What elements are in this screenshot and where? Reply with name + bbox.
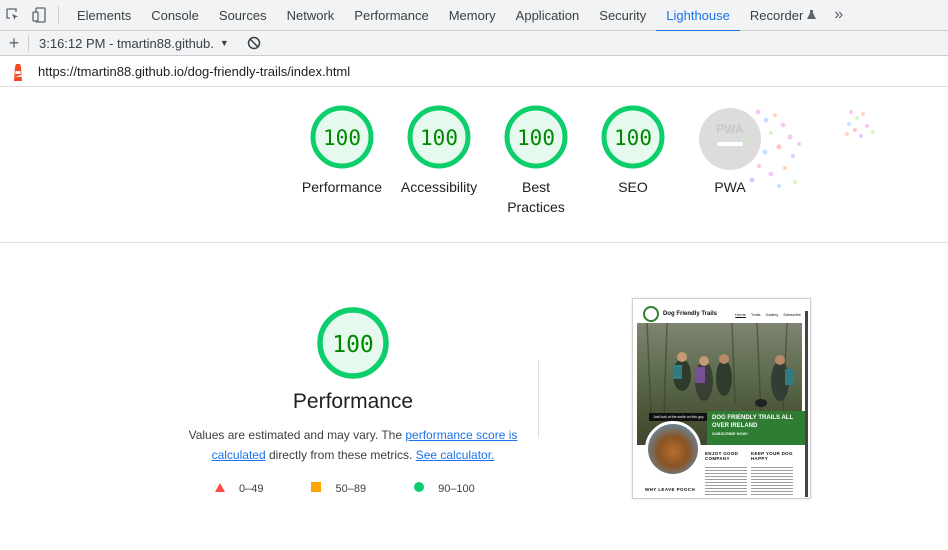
performance-gauge-large: 100: [315, 305, 391, 386]
thumb-link: Gallery: [765, 311, 779, 317]
banner-subtitle: SUBSCRIBE NOW!: [712, 431, 748, 436]
vertical-divider: [538, 360, 539, 438]
more-tabs-icon[interactable]: »: [834, 6, 843, 24]
performance-title: Performance: [292, 390, 414, 413]
thumbnail-brand: Dog Friendly Trails: [663, 311, 718, 317]
thumb-link: Home: [735, 311, 746, 317]
tab-elements[interactable]: Elements: [67, 0, 141, 31]
confetti-decoration: [745, 109, 875, 188]
average-square-icon: [311, 482, 322, 495]
device-toolbar-icon[interactable]: [26, 0, 52, 31]
tab-network[interactable]: Network: [277, 0, 345, 31]
score-ring: 100: [601, 105, 665, 169]
legend-range: 0–49: [239, 482, 264, 495]
thumbnail-caption: Just look at the smile on this guy: [649, 413, 708, 421]
thumbnail-body-text: [751, 467, 793, 495]
gauge-label: Accessibility: [400, 179, 478, 195]
score-ring: 100: [407, 105, 471, 169]
thumbnail-col-heading: KEEP YOUR DOG HAPPY: [751, 451, 793, 461]
score-ring: 100: [317, 307, 389, 379]
gauge-score: 100: [517, 126, 555, 150]
score-ring: 100: [310, 105, 374, 169]
report-selector[interactable]: 3:16:12 PM - tmartin88.github. ▼: [39, 36, 229, 51]
gauge-label: Performance: [301, 179, 383, 195]
gauge-performance[interactable]: 100 Performance: [292, 104, 392, 197]
dog-photo: [645, 421, 701, 477]
tab-console[interactable]: Console: [141, 0, 209, 31]
thumbnail-links: Home Trails Gallery Subscribe: [735, 312, 801, 317]
toolbar-divider: [58, 6, 59, 24]
gauge-score: 100: [323, 126, 361, 150]
gauge-label: Best Practices: [507, 179, 565, 215]
final-screenshot-thumbnail[interactable]: Dog Friendly Trails Home Trails Gallery …: [632, 298, 811, 499]
report-url: https://tmartin88.github.io/dog-friendly…: [38, 64, 351, 79]
legend-average: 50–89: [311, 482, 366, 495]
banner-title: DOG FRIENDLY TRAILS ALL OVER IRELAND: [712, 415, 794, 429]
fail-triangle-icon: [215, 482, 225, 495]
tab-lighthouse[interactable]: Lighthouse: [656, 0, 740, 32]
site-logo-icon: [643, 306, 659, 322]
see-calculator-link[interactable]: See calculator.: [416, 448, 495, 462]
performance-description: Values are estimated and may vary. The p…: [185, 425, 521, 465]
legend-range: 90–100: [438, 482, 475, 495]
tab-application[interactable]: Application: [506, 0, 590, 31]
desc-middle: directly from these metrics.: [265, 448, 416, 462]
thumbnail-scrollbar: [805, 311, 808, 497]
tab-performance[interactable]: Performance: [344, 0, 438, 31]
inspect-element-icon[interactable]: [0, 0, 26, 31]
thumb-link: Trails: [750, 311, 761, 317]
gauge-best-practices[interactable]: 100 Best Practices: [486, 104, 586, 217]
lighthouse-logo-icon: [14, 63, 22, 81]
thumbnail-navbar: Dog Friendly Trails Home Trails Gallery …: [637, 303, 807, 325]
new-report-plus-icon[interactable]: +: [0, 31, 28, 56]
experiment-flask-icon: [807, 10, 817, 19]
tab-recorder[interactable]: Recorder: [740, 0, 826, 31]
tab-sources[interactable]: Sources: [209, 0, 277, 31]
tab-memory[interactable]: Memory: [439, 0, 506, 31]
toolbar-divider: [28, 35, 29, 51]
desc-prefix: Values are estimated and may vary. The: [188, 428, 406, 442]
report-url-bar: https://tmartin88.github.io/dog-friendly…: [0, 57, 948, 87]
thumbnail-body-text: [705, 467, 747, 495]
gauge-seo[interactable]: 100 SEO: [583, 104, 683, 197]
gauge-label: SEO: [618, 179, 648, 195]
thumbnail-banner: DOG FRIENDLY TRAILS ALL OVER IRELAND SUB…: [707, 411, 805, 445]
legend-pass: 90–100: [414, 482, 475, 495]
pass-circle-icon: [414, 482, 425, 495]
report-selector-label: 3:16:12 PM - tmartin88.github.: [39, 35, 214, 51]
gauge-score: 100: [420, 126, 458, 150]
performance-score: 100: [332, 332, 374, 358]
thumb-link: Subscribe: [783, 311, 801, 317]
thumbnail-col-heading: ENJOY GOOD COMPANY: [705, 451, 739, 461]
thumbnail-section-heading: WHY LEAVE POOCH: [645, 487, 696, 492]
score-ring: 100: [504, 105, 568, 169]
legend-range: 50–89: [335, 482, 367, 495]
devtools-tab-bar: Elements Console Sources Network Perform…: [0, 0, 948, 32]
lighthouse-report-toolbar: + 3:16:12 PM - tmartin88.github. ▼: [0, 31, 948, 56]
chevron-down-icon: ▼: [219, 38, 229, 48]
legend-fail: 0–49: [215, 482, 264, 495]
section-divider: [0, 242, 948, 243]
gauge-score: 100: [614, 126, 652, 150]
tab-security[interactable]: Security: [589, 0, 656, 31]
tab-recorder-label: Recorder: [749, 7, 804, 23]
gauge-accessibility[interactable]: 100 Accessibility: [389, 104, 489, 197]
score-legend: 0–49 50–89 90–100: [215, 482, 523, 495]
clear-all-icon[interactable]: [247, 36, 261, 50]
